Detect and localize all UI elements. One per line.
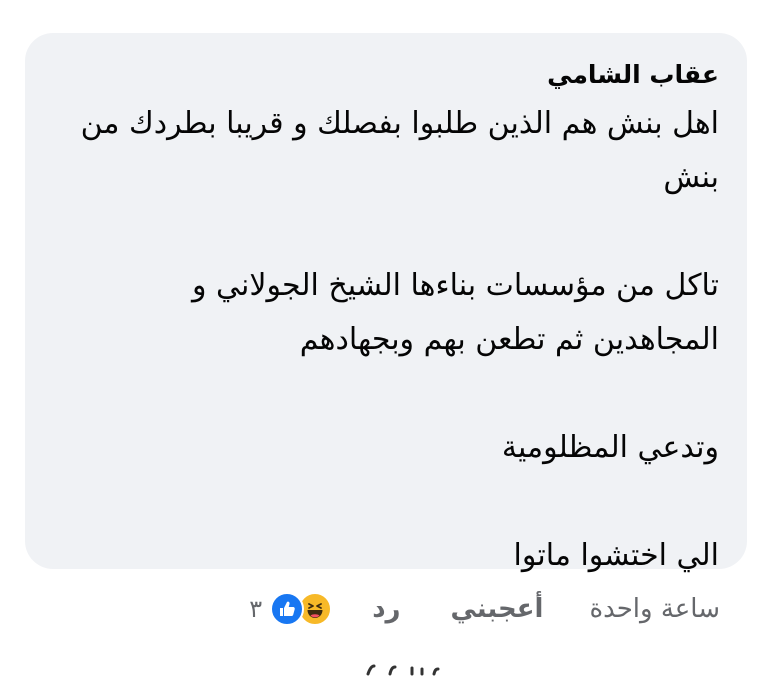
like-button[interactable]: أعجبني [451, 594, 544, 624]
like-icon [270, 592, 305, 626]
comment-author[interactable]: عقاب الشامي [65, 57, 719, 93]
comment-actions: ساعة واحدة أعجبني رد ٣ [249, 585, 720, 633]
next-comment-fragment [360, 656, 450, 676]
comment-paragraph: اهل بنش هم الذين طلبوا بفصلك و قريبا بطر… [80, 106, 719, 195]
reactions-summary[interactable]: ٣ [249, 592, 333, 626]
reaction-count: ٣ [249, 595, 263, 623]
reply-button[interactable]: رد [372, 594, 400, 624]
comment-paragraph: الي اختشوا ماتوا [513, 538, 719, 573]
comment-timestamp[interactable]: ساعة واحدة [589, 594, 720, 624]
comment-bubble: عقاب الشامي اهل بنش هم الذين طلبوا بفصلك… [25, 33, 747, 573]
comment-paragraph: وتدعي المظلومية [501, 430, 719, 465]
comment-text: اهل بنش هم الذين طلبوا بفصلك و قريبا بطر… [65, 97, 719, 583]
comment-paragraph: تاكل من مؤسسات بناءها الشيخ الجولاني و ا… [191, 268, 719, 357]
